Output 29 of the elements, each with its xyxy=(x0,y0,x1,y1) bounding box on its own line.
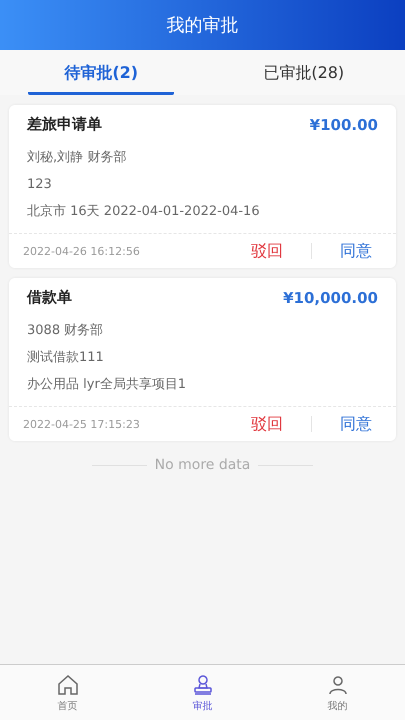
reject-button[interactable]: 驳回 xyxy=(241,240,293,262)
nav-item[interactable]: 首页 xyxy=(0,665,135,720)
detail-line: 办公用品 lyr全局共享项目1 xyxy=(27,376,188,394)
detail-line: 3088 财务部 xyxy=(27,322,104,340)
tab[interactable]: 待审批(2) xyxy=(28,63,174,95)
nav-label: 审批 xyxy=(192,700,212,712)
tab[interactable]: 已审批(28) xyxy=(227,63,380,95)
card-title: 差旅申请单 xyxy=(27,115,102,134)
page-title: 我的审批 xyxy=(166,14,238,37)
detail-line: 刘秘,刘静 财务部 xyxy=(27,149,128,167)
approval-card[interactable]: 差旅申请单 ¥100.00 刘秘,刘静 财务部 123 北京市 16天 2022-04-01-2022-04-16 2022-04-26 16:12:56 驳回 同意 xyxy=(9,105,396,268)
detail-line: 123 xyxy=(27,176,53,194)
card-title: 借款单 xyxy=(27,288,72,307)
nav-item[interactable]: 审批 xyxy=(135,665,270,720)
nav-item[interactable]: 我的 xyxy=(270,665,405,720)
detail-line: 北京市 16天 2022-04-01-2022-04-16 xyxy=(27,203,261,221)
amount: ¥10,000.00 xyxy=(283,288,378,306)
approval-card[interactable]: 借款单 ¥10,000.00 3088 财务部 测试借款111 办公用品 lyr全局共享项目1 2022-04-25 17:15:23 驳回 同意 xyxy=(9,278,396,441)
home-icon xyxy=(56,672,80,696)
detail-line: 测试借款111 xyxy=(27,349,105,367)
timestamp: 2022-04-26 16:12:56 xyxy=(23,244,141,258)
approve-button[interactable]: 同意 xyxy=(330,414,382,434)
end-note: No more data xyxy=(154,457,250,473)
amount: ¥100.00 xyxy=(310,116,378,134)
approve-button[interactable]: 同意 xyxy=(330,240,382,262)
timestamp: 2022-04-25 17:15:23 xyxy=(23,418,141,430)
nav-label: 首页 xyxy=(58,700,78,712)
nav-label: 我的 xyxy=(328,700,348,712)
reject-button[interactable]: 驳回 xyxy=(241,414,293,434)
